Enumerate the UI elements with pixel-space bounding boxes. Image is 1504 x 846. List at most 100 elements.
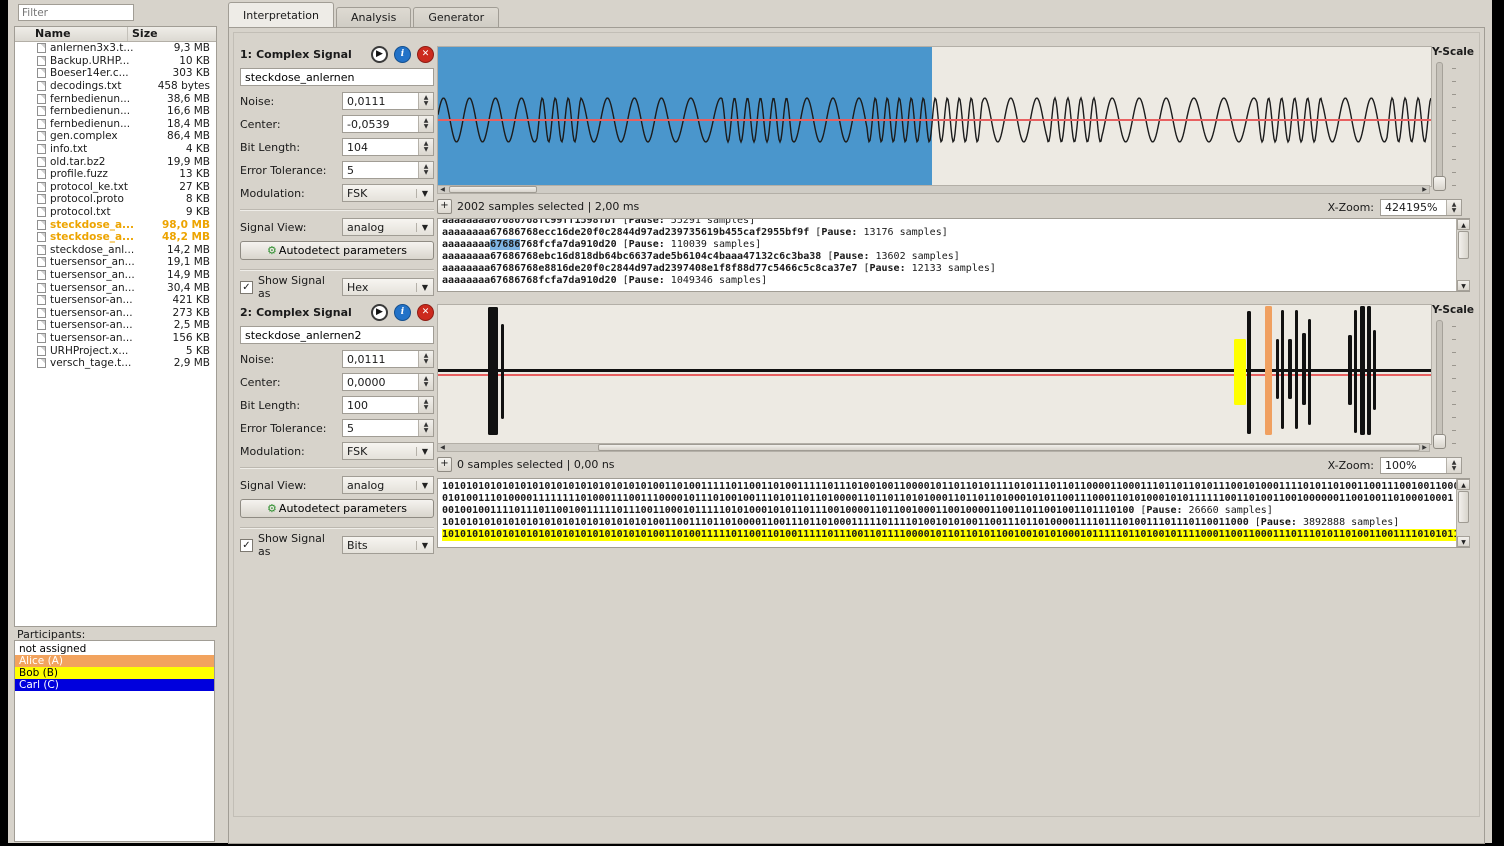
message-line[interactable]: 1010101010101010101010101010101010100110…	[442, 517, 1469, 529]
file-row[interactable]: tuersensor_an... 30,4 MB	[15, 281, 216, 294]
file-row[interactable]: old.tar.bz2 19,9 MB	[15, 155, 216, 168]
y-scale-slider-1[interactable]	[1436, 62, 1443, 190]
center-spinbox[interactable]: 0,0000 ▲ ▼	[342, 373, 434, 391]
participant-row[interactable]: Alice (A)	[15, 655, 214, 667]
file-row[interactable]: tuersensor-an... 273 KB	[15, 306, 216, 319]
scroll-down-icon[interactable]: ▼	[1457, 536, 1470, 547]
zoom-in-button[interactable]: +	[437, 457, 452, 472]
spin-arrows-icon[interactable]: ▲ ▼	[418, 397, 433, 413]
participant-row[interactable]: Carl (C)	[15, 679, 214, 691]
file-row[interactable]: protocol.proto 8 KB	[15, 193, 216, 206]
signal-view-select[interactable]: analog ▼	[342, 476, 434, 494]
bit-length-spinbox[interactable]: 104 ▲ ▼	[342, 138, 434, 156]
column-size[interactable]: Size	[128, 27, 216, 41]
close-icon[interactable]: ✕	[417, 303, 434, 321]
signal-1-hscrollbar[interactable]: ◀ ▶	[437, 185, 1430, 194]
file-row[interactable]: anlernen3x3.t... 9,3 MB	[15, 42, 216, 55]
close-icon[interactable]: ✕	[417, 45, 434, 63]
x-zoom-spinbox-1[interactable]: 424195% ▲ ▼	[1380, 199, 1462, 216]
noise-spinbox[interactable]: 0,0111 ▲ ▼	[342, 350, 434, 368]
zoom-in-button[interactable]: +	[437, 199, 452, 214]
file-row[interactable]: URHProject.x... 5 KB	[15, 344, 216, 357]
scroll-left-icon[interactable]: ◀	[438, 186, 447, 193]
file-row[interactable]: tuersensor_an... 14,9 MB	[15, 269, 216, 282]
info-button[interactable]: i	[394, 45, 411, 63]
show-signal-checkbox[interactable]: ✓	[240, 538, 253, 552]
spin-arrows-icon[interactable]: ▲ ▼	[418, 374, 433, 390]
signal-name-input[interactable]	[240, 68, 434, 86]
file-row[interactable]: steckdose_a... 98,0 MB	[15, 218, 216, 231]
scroll-right-icon[interactable]: ▶	[1420, 444, 1429, 451]
message-line[interactable]: 1010101010101010101010101010101010100110…	[442, 481, 1469, 493]
file-row[interactable]: profile.fuzz 13 KB	[15, 168, 216, 181]
file-row[interactable]: Backup.URHP... 10 KB	[15, 55, 216, 68]
y-scale-slider-2[interactable]	[1436, 320, 1443, 448]
message-line[interactable]: 0010010011110111011001001111101110011000…	[442, 505, 1469, 517]
show-signal-format-select[interactable]: Bits ▼	[342, 536, 434, 554]
column-name[interactable]: Name	[15, 27, 128, 41]
center-spinbox[interactable]: -0,0539 ▲ ▼	[342, 115, 434, 133]
spin-arrows-icon[interactable]: ▲ ▼	[418, 93, 433, 109]
scroll-thumb[interactable]	[1458, 231, 1469, 259]
file-row[interactable]: Boeser14er.c... 303 KB	[15, 67, 216, 80]
bits-vscrollbar[interactable]: ▲ ▼	[1456, 479, 1470, 547]
scroll-thumb[interactable]	[1458, 491, 1469, 523]
file-row[interactable]: info.txt 4 KB	[15, 143, 216, 156]
show-signal-checkbox[interactable]: ✓	[240, 280, 253, 294]
signal-name-input[interactable]	[240, 326, 434, 344]
autodetect-button[interactable]: ⚙ Autodetect parameters	[240, 241, 434, 260]
message-line[interactable]: aaaaaaaa67686768ebc16d818db64bc6637ade5b…	[442, 251, 1469, 263]
file-row[interactable]: steckdose_a... 48,2 MB	[15, 231, 216, 244]
modulation-select[interactable]: FSK ▼	[342, 184, 434, 202]
tab-interpretation[interactable]: Interpretation	[228, 2, 334, 28]
file-row[interactable]: protocol.txt 9 KB	[15, 206, 216, 219]
signal-2-waveform-plot[interactable]	[437, 304, 1432, 445]
spin-arrows-icon[interactable]: ▲ ▼	[418, 116, 433, 132]
message-line[interactable]: aaaaaaaa67686768fcfa7da910d20 [Pause: 11…	[442, 239, 1469, 251]
file-row[interactable]: tuersensor-an... 156 KB	[15, 332, 216, 345]
file-row[interactable]: protocol_ke.txt 27 KB	[15, 181, 216, 194]
y-scale-handle-1[interactable]	[1433, 176, 1446, 191]
play-button[interactable]: ▶	[371, 303, 388, 321]
file-row[interactable]: versch_tage.t... 2,9 MB	[15, 357, 216, 370]
spin-arrows-icon[interactable]: ▲ ▼	[418, 420, 433, 436]
spin-arrows-icon[interactable]: ▲ ▼	[418, 351, 433, 367]
hex-vscrollbar[interactable]: ▲ ▼	[1456, 219, 1470, 291]
message-line[interactable]: aaaaaaaa67686768e8816de20f0c2844d97ad239…	[442, 263, 1469, 275]
filter-input[interactable]	[18, 4, 134, 21]
message-line[interactable]: aaaaaaaa67686768fcfa7da910d20 [Pause: 10…	[442, 275, 1469, 287]
signal-2-hscrollbar[interactable]: ◀ ▶	[437, 443, 1430, 452]
modulation-select[interactable]: FSK ▼	[342, 442, 434, 460]
bit-length-spinbox[interactable]: 100 ▲ ▼	[342, 396, 434, 414]
error-tolerance-spinbox[interactable]: 5 ▲ ▼	[342, 161, 434, 179]
scroll-left-icon[interactable]: ◀	[438, 444, 447, 451]
spin-arrows-icon[interactable]: ▲ ▼	[1446, 200, 1461, 215]
message-line[interactable]: 0101001110100001111111101000111001110000…	[442, 493, 1469, 505]
tab-generator[interactable]: Generator	[413, 7, 500, 28]
message-line[interactable]: 1010101010101010101010101010101010100110…	[442, 529, 1469, 541]
file-row[interactable]: tuersensor_an... 19,1 MB	[15, 256, 216, 269]
message-line[interactable]: aaaaaaaa67686768fc99ff1598fbf [Pause: 55…	[442, 219, 1469, 227]
x-zoom-spinbox-2[interactable]: 100% ▲ ▼	[1380, 457, 1462, 474]
signal-2-bit-messages[interactable]: 1010101010101010101010101010101010100110…	[437, 478, 1470, 548]
file-row[interactable]: gen.complex 86,4 MB	[15, 130, 216, 143]
spin-arrows-icon[interactable]: ▲ ▼	[418, 139, 433, 155]
show-signal-format-select[interactable]: Hex ▼	[342, 278, 434, 296]
scroll-right-icon[interactable]: ▶	[1420, 186, 1429, 193]
spin-arrows-icon[interactable]: ▲ ▼	[418, 162, 433, 178]
info-button[interactable]: i	[394, 303, 411, 321]
file-row[interactable]: fernbedienun... 18,4 MB	[15, 118, 216, 131]
signal-1-waveform-plot[interactable]	[437, 46, 1432, 187]
noise-spinbox[interactable]: 0,0111 ▲ ▼	[342, 92, 434, 110]
error-tolerance-spinbox[interactable]: 5 ▲ ▼	[342, 419, 434, 437]
signal-1-hex-messages[interactable]: aaaaaaaa67686768fc99ff1598fbf [Pause: 55…	[437, 218, 1470, 292]
spin-arrows-icon[interactable]: ▲ ▼	[1446, 458, 1461, 473]
file-row[interactable]: tuersensor-an... 421 KB	[15, 294, 216, 307]
scroll-thumb[interactable]	[449, 186, 537, 193]
scroll-up-icon[interactable]: ▲	[1457, 479, 1470, 490]
y-scale-handle-2[interactable]	[1433, 434, 1446, 449]
play-button[interactable]: ▶	[371, 45, 388, 63]
message-line[interactable]: aaaaaaaa67686768ecc16de20f0c2844d97ad239…	[442, 227, 1469, 239]
file-row[interactable]: steckdose_anl... 14,2 MB	[15, 244, 216, 257]
scroll-down-icon[interactable]: ▼	[1457, 280, 1470, 291]
